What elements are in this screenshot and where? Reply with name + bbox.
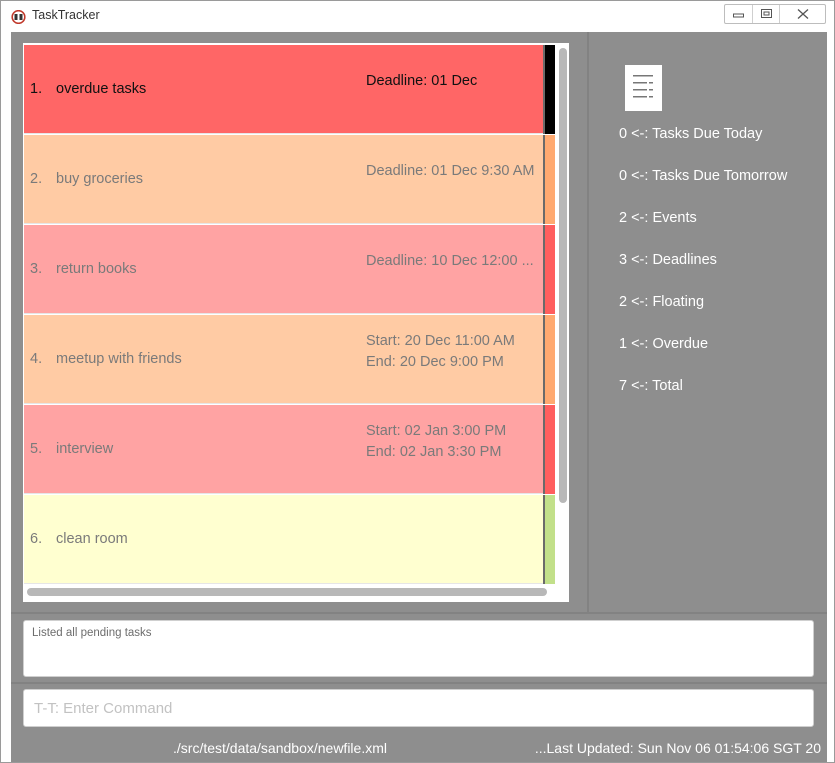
task-list[interactable]: 1. overdue tasks Deadline: 01 Dec 2. buy gro… [24, 45, 555, 585]
summary-item: 2 <-: Events [619, 210, 697, 226]
status-file-path: ./src/test/data/sandbox/newfile.xml [173, 740, 387, 756]
task-name: clean room [56, 531, 128, 547]
summary-item: 0 <-: Tasks Due Today [619, 126, 763, 142]
task-status-stripe [543, 315, 555, 404]
task-index: 5. [30, 441, 43, 457]
task-deadline: Deadline: 10 Dec 12:00 ... [366, 253, 534, 269]
command-input[interactable] [23, 689, 814, 727]
task-status-stripe [543, 135, 555, 224]
task-row[interactable]: 6. clean room [24, 495, 555, 584]
task-status-stripe [543, 225, 555, 314]
task-deadline: Deadline: 01 Dec 9:30 AM [366, 163, 535, 179]
horizontal-scrollbar-thumb[interactable] [27, 588, 547, 596]
task-status-stripe [543, 405, 555, 494]
task-end: End: 02 Jan 3:30 PM [366, 444, 502, 460]
window-title: TaskTracker [32, 8, 100, 22]
vertical-scrollbar[interactable] [556, 45, 568, 586]
task-start: Start: 02 Jan 3:00 PM [366, 423, 507, 439]
summary-item: 0 <-: Tasks Due Tomorrow [619, 168, 788, 184]
task-index: 2. [30, 171, 43, 187]
result-display: Listed all pending tasks [23, 620, 814, 677]
status-last-updated: ...Last Updated: Sun Nov 06 01:54:06 SGT… [534, 740, 821, 756]
task-index: 1. [30, 81, 43, 97]
task-end: End: 20 Dec 9:00 PM [366, 354, 504, 370]
app-window: TaskTracker 1. overdue tasks Deadline: 01 … [0, 0, 835, 763]
task-deadline: Deadline: 01 Dec [366, 73, 478, 89]
task-start: Start: 20 Dec 11:00 AM [366, 333, 515, 349]
main-content: 1. overdue tasks Deadline: 01 Dec 2. buy gro… [11, 32, 827, 762]
window-controls [724, 4, 826, 24]
app-logo-icon [10, 9, 27, 25]
close-button[interactable] [779, 5, 825, 23]
section-divider [11, 612, 827, 614]
task-row[interactable]: 5. interview Start: 02 Jan 3:00 PM End: 02 … [24, 405, 555, 494]
title-bar[interactable]: TaskTracker [1, 1, 834, 32]
task-list-panel: 1. overdue tasks Deadline: 01 Dec 2. buy gro… [23, 43, 569, 602]
panel-divider [587, 32, 589, 612]
task-name: buy groceries [56, 171, 144, 187]
result-text: Listed all pending tasks [32, 627, 152, 639]
task-name: return books [56, 261, 137, 277]
task-row[interactable]: 2. buy groceries Deadline: 01 Dec 9:30 AM [24, 135, 555, 224]
task-index: 6. [30, 531, 43, 547]
task-name: meetup with friends [56, 351, 182, 367]
task-status-stripe [543, 495, 555, 584]
summary-item: 2 <-: Floating [619, 294, 705, 310]
task-row[interactable]: 3. return books Deadline: 10 Dec 12:00 ... [24, 225, 555, 314]
summary-item: 7 <-: Total [619, 378, 683, 394]
task-name: overdue tasks [56, 81, 147, 97]
task-row[interactable]: 4. meetup with friends Start: 20 Dec 11:00… [24, 315, 555, 404]
summary-list-icon [625, 65, 662, 111]
minimize-button[interactable] [725, 5, 752, 23]
summary-item: 3 <-: Deadlines [619, 252, 717, 268]
minimize-icon [733, 13, 744, 18]
task-status-stripe [543, 45, 555, 134]
task-name: interview [56, 441, 114, 457]
summary-item: 1 <-: Overdue [619, 336, 709, 352]
task-index: 4. [30, 351, 43, 367]
task-row[interactable]: 1. overdue tasks Deadline: 01 Dec [24, 45, 555, 134]
vertical-scrollbar-thumb[interactable] [559, 48, 567, 503]
close-icon [797, 9, 808, 19]
section-divider-2 [11, 682, 827, 684]
task-index: 3. [30, 261, 43, 277]
maximize-button[interactable] [752, 5, 779, 23]
maximize-icon [760, 9, 772, 18]
